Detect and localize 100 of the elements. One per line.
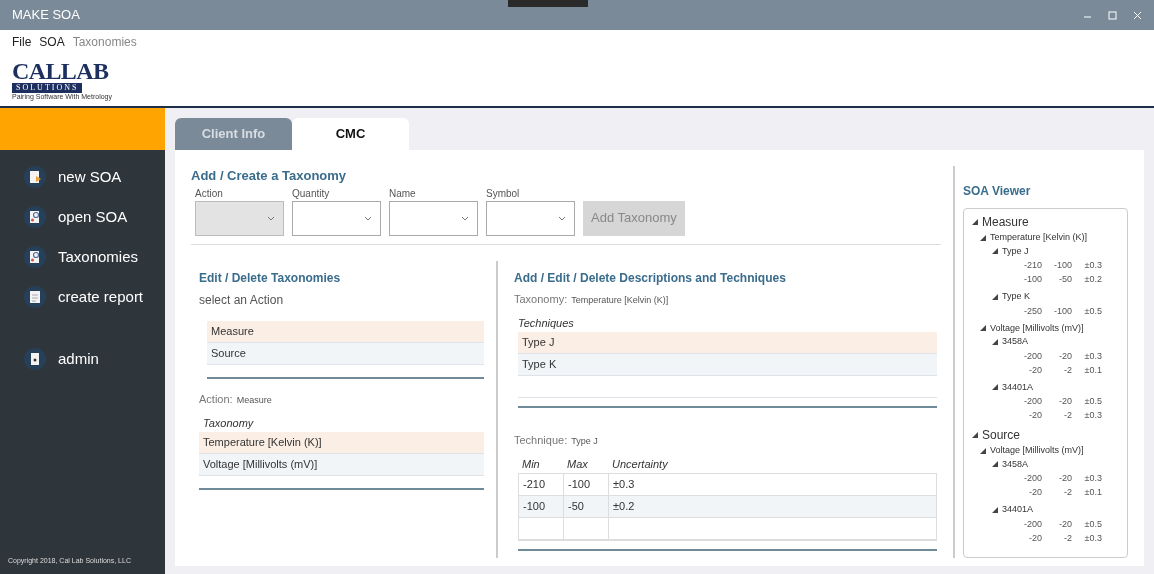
tree-node-label: Type K bbox=[1002, 290, 1030, 303]
tree-node-label: 3458A bbox=[1002, 335, 1029, 348]
expanded-triangle-icon bbox=[972, 432, 978, 438]
column-header: Taxonomy bbox=[203, 416, 255, 431]
tree-value: -2 bbox=[1063, 409, 1072, 422]
section-title: Edit / Delete Taxonomies bbox=[199, 269, 342, 287]
tree-value: -250 bbox=[1023, 304, 1042, 318]
list-row[interactable]: Measure bbox=[207, 320, 484, 343]
column-header: Max bbox=[566, 457, 589, 472]
tree-value: -2 bbox=[1063, 531, 1072, 545]
tree-value: ±0.1 bbox=[1083, 486, 1102, 499]
document-icon bbox=[24, 206, 46, 228]
document-icon bbox=[24, 246, 46, 268]
section-title: SOA Viewer bbox=[963, 183, 1032, 200]
sidebar-item[interactable]: open SOA bbox=[24, 202, 165, 232]
tree-value: -200 bbox=[1023, 517, 1042, 531]
field-value: Type J bbox=[571, 434, 598, 448]
tree-value: -20 bbox=[1058, 349, 1072, 363]
list-row[interactable]: Voltage [Millivolts (mV)] bbox=[199, 453, 484, 476]
tree-value: -100 bbox=[1053, 304, 1072, 318]
tree-node[interactable]: 3458A bbox=[992, 335, 1119, 349]
dropdown-field[interactable] bbox=[389, 200, 478, 236]
list-row[interactable]: Source bbox=[207, 342, 484, 365]
tree-node[interactable]: Type K bbox=[992, 290, 1119, 304]
section-title: Add / Create a Taxonomy bbox=[191, 167, 348, 185]
list-row[interactable]: Type J bbox=[518, 331, 937, 354]
column-header: Uncertainty bbox=[611, 457, 669, 472]
tree-value: -210 bbox=[1023, 259, 1042, 272]
dropdown-field[interactable] bbox=[292, 200, 381, 236]
column-header: Techniques bbox=[518, 316, 575, 331]
sidebar-item[interactable]: create report bbox=[24, 282, 165, 312]
field-label: Symbol bbox=[486, 186, 521, 201]
section-title: Add / Edit / Delete Descriptions and Techniques bbox=[514, 269, 787, 287]
tree-node[interactable]: 3458A bbox=[992, 457, 1119, 471]
list-row[interactable]: Type K bbox=[518, 353, 937, 376]
tree-node[interactable]: Voltage [Millivolts (mV)] bbox=[980, 444, 1119, 458]
tree-value: -200 bbox=[1023, 472, 1042, 485]
field-label: Action: bbox=[199, 391, 233, 407]
tree-value: -100 bbox=[1023, 273, 1042, 286]
expanded-triangle-icon bbox=[992, 506, 998, 513]
field-label: Technique: bbox=[514, 432, 568, 448]
menu-item[interactable]: File bbox=[12, 33, 32, 51]
chevron-down-icon bbox=[364, 215, 372, 221]
tree-value: -20 bbox=[1058, 472, 1072, 485]
tree-node-label: Type J bbox=[1002, 244, 1029, 258]
sidebar-item[interactable]: admin bbox=[24, 344, 165, 374]
tree-value: ±0.1 bbox=[1083, 363, 1102, 377]
table-cell[interactable]: -50 bbox=[564, 495, 609, 517]
tree-node-label: 3458A bbox=[1002, 457, 1029, 471]
maximize-icon[interactable] bbox=[1108, 10, 1117, 20]
tree-node[interactable]: 34401A bbox=[992, 503, 1119, 517]
tree-value: -20 bbox=[1028, 486, 1042, 499]
tree-value: -20 bbox=[1058, 395, 1072, 408]
column-header: Min bbox=[521, 457, 541, 472]
tree-node[interactable]: 34401A bbox=[992, 380, 1119, 394]
tree-value: ±0.2 bbox=[1083, 273, 1102, 286]
tree-node[interactable]: Source bbox=[972, 426, 1119, 444]
chevron-down-icon bbox=[461, 215, 469, 221]
field-label: Name bbox=[389, 186, 417, 201]
field-value: Temperature [Kelvin (K)] bbox=[571, 293, 669, 307]
tree-node[interactable]: Voltage [Millivolts (mV)] bbox=[980, 321, 1119, 335]
tree-node-label: Source bbox=[982, 427, 1021, 444]
tree-node[interactable]: Temperature [Kelvin (K)] bbox=[980, 231, 1119, 245]
tree-value: -2 bbox=[1063, 486, 1072, 499]
table-cell[interactable]: -210 bbox=[519, 473, 564, 495]
sidebar-item[interactable]: new SOA bbox=[24, 162, 165, 192]
field-value: Measure bbox=[236, 393, 272, 407]
tree-node-label: Measure bbox=[982, 214, 1029, 231]
expanded-triangle-icon bbox=[992, 293, 998, 300]
chevron-down-icon bbox=[267, 215, 275, 221]
tree-node[interactable]: Measure bbox=[972, 213, 1119, 231]
tree-node-label: Voltage [Millivolts (mV)] bbox=[990, 321, 1084, 335]
tree-value: ±0.3 bbox=[1083, 349, 1102, 363]
table-cell[interactable]: ±0.2 bbox=[609, 495, 936, 517]
tree-value: -20 bbox=[1058, 517, 1072, 531]
window-title: MAKE SOA bbox=[12, 6, 80, 25]
tree-value: -20 bbox=[1028, 409, 1042, 422]
field-label: Quantity bbox=[292, 186, 331, 201]
sidebar-item[interactable]: Taxonomies bbox=[24, 242, 165, 272]
document-icon bbox=[24, 348, 46, 370]
dropdown-field[interactable] bbox=[486, 200, 575, 236]
field-label: Action bbox=[195, 186, 224, 201]
expanded-triangle-icon bbox=[992, 384, 998, 391]
tree-value: ±0.3 bbox=[1083, 472, 1102, 485]
tree-value: -2 bbox=[1063, 363, 1072, 377]
tree-value: ±0.5 bbox=[1083, 517, 1102, 531]
tree-value: -20 bbox=[1028, 531, 1042, 545]
close-icon[interactable] bbox=[1133, 10, 1142, 20]
tree-value: ±0.3 bbox=[1083, 531, 1102, 545]
expanded-triangle-icon bbox=[972, 219, 978, 225]
table-cell[interactable]: ±0.3 bbox=[609, 473, 936, 495]
tab[interactable]: CMC bbox=[292, 118, 409, 150]
menu-item[interactable]: SOA bbox=[39, 33, 65, 51]
list-row[interactable]: Temperature [Kelvin (K)] bbox=[199, 431, 484, 454]
tree-value: ±0.3 bbox=[1083, 409, 1102, 422]
tree-node-label: Temperature [Kelvin (K)] bbox=[990, 231, 1088, 244]
tree-node[interactable]: Type J bbox=[992, 244, 1119, 258]
table-cell[interactable]: -100 bbox=[519, 495, 564, 517]
tree-value: ±0.3 bbox=[1083, 259, 1102, 272]
table-cell[interactable]: -100 bbox=[564, 473, 609, 495]
